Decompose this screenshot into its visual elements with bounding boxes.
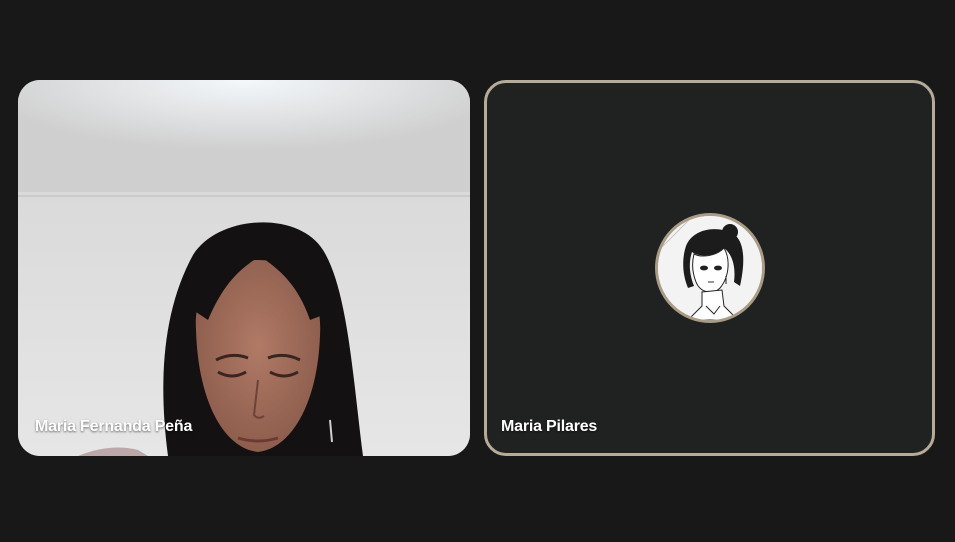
participant-name-label: Maria Pilares xyxy=(501,418,598,435)
participant-tile-maria-fernanda[interactable]: Maria Fernanda Peña xyxy=(18,80,470,456)
participant-name-label: Maria Fernanda Peña xyxy=(35,418,193,435)
participant-tile-maria-pilares[interactable]: Maria Pilares xyxy=(484,80,935,456)
anime-portrait-avatar-icon xyxy=(658,216,762,320)
meeting-stage: Maria Fernanda Peña Maria Pilares xyxy=(0,0,955,542)
participant-video-feed xyxy=(18,80,470,456)
avatar xyxy=(655,213,765,323)
